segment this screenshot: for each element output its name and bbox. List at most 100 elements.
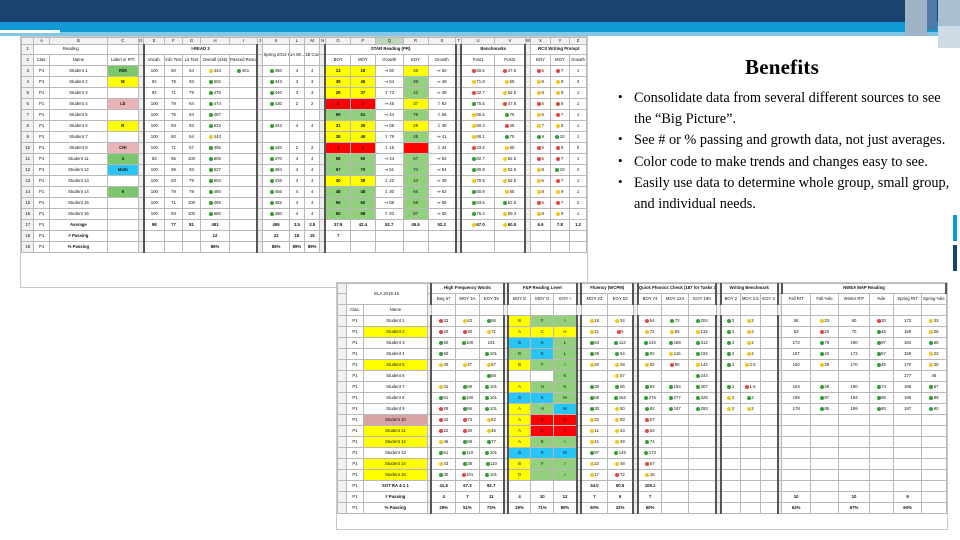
row-header[interactable] [337,326,347,338]
table-row[interactable]: P1 Student 2 20 30 71 A C H 21 5 72 93 132 2 2 53 20 70 45… [337,326,947,338]
row-header[interactable] [337,337,347,349]
corner-box[interactable] [337,283,347,294]
table-row[interactable]: P1 Student 8 61 100 101 G K M 68 162 276 277 325 2 2 18… [337,392,947,404]
column-header-I[interactable]: I [229,37,258,45]
table-row[interactable]: P1 Student 4 60 101 D K L 39 54 92 116 192 2 2 157 42 17… [337,348,947,360]
row-header[interactable]: 8 [20,120,35,132]
column-header-E[interactable]: E [143,37,165,45]
row-header[interactable] [337,480,347,492]
row-header[interactable]: 10 [20,142,35,154]
table-row[interactable]: P1 Student 13 61 110 101 G K M 97 145 173 [337,447,947,459]
table-row[interactable]: 11 P1 Student 11 4 83 86 100 505 470 4 4 58 60 ⇒ 44 67… [20,153,587,165]
row-header[interactable]: 11 [20,153,35,165]
row-header[interactable] [337,403,347,415]
status-dot-icon [670,318,675,323]
row-header[interactable]: 3 [20,65,35,77]
data-cell [781,469,811,481]
row-header[interactable] [337,436,347,448]
table-row[interactable]: 16 P1 Student 16 100 93 100 560 480 4 4 50 68 ⇧ 93 67… [20,208,587,220]
data-cell: 56 [606,381,635,393]
column-header-S[interactable]: S [427,37,457,45]
column-header-V[interactable]: V [494,37,526,45]
data-cell: 170 [892,359,923,371]
column-header-L[interactable]: L [288,37,306,45]
table-row[interactable]: P1 Student 1 33 43 55 B F I 18 34 54 72 204 2 2 58 33 60 3… [337,315,947,327]
row-header[interactable] [337,381,347,393]
table-row[interactable]: 13 P1 Student 13 100 93 79 504 435 4 4 40 38 ⇩ 22 44 ⇒… [20,175,587,187]
reading-spreadsheet-screenshot[interactable]: A B C D E F G H I J K L M N O P Q R S T U V W X Y Z 1 Reading I-READ… [20,36,588,288]
column-header-K[interactable]: K [262,37,290,45]
table-row[interactable]: 12 P1 Student 12 Math 100 86 93 527 484 4 4 67 70 ⇒ 5… [20,164,587,176]
table-row[interactable]: P1 Student 9 29 56 101 A H M 30 50 82 197 293 2 2 178 85… [337,403,947,415]
row-header[interactable]: 14 [20,186,35,198]
row-header[interactable]: 19 [20,241,35,253]
row-header[interactable]: 13 [20,175,35,187]
column-header-Q[interactable]: Q [374,37,404,45]
table-row[interactable]: 6 P1 Student 4 Lb 100 79 64 474 430 2 2 2 3 ⇒ 45 37 ⇧ 8… [20,98,587,110]
column-header-U[interactable]: U [460,37,496,45]
row-header[interactable]: 16 [20,208,35,220]
column-header-B[interactable]: B [48,37,109,45]
column-header-Y[interactable]: Y [549,37,571,45]
row-header[interactable] [337,425,347,437]
row-header[interactable] [337,447,347,459]
column-header-Z[interactable]: Z [569,37,587,45]
table-row[interactable]: 7 P1 Student 5 100 76 64 487 59 61 ⇒ 44 75 ⇧ 66 65.5… [20,109,587,121]
table-row[interactable]: 9 P1 Student 7 100 50 64 443 38 49 ⇧ 79 45 ⇒ 41 69.1… [20,131,587,143]
row-header[interactable]: 9 [20,131,35,143]
table-row[interactable]: P1 Student 14 43 38 110 B F I 22 48 57 [337,458,947,470]
data-cell [229,98,259,110]
row-header[interactable] [337,359,347,371]
column-header-P[interactable]: P [349,37,376,45]
column-header-F[interactable]: F [163,37,183,45]
row-header[interactable] [337,458,347,470]
column-header-M[interactable]: M [304,37,321,45]
table-row[interactable]: P1 Student 5 40 47 57 B F I 20 28 62 80 142 2 2.5 160 39… [337,359,947,371]
column-header-C[interactable]: C [107,37,139,45]
row-header[interactable] [337,370,347,382]
row-header[interactable]: 7 [20,109,35,121]
row-header[interactable]: 1 [20,44,35,55]
table-row[interactable]: 3 P1 Student 1 R/M 100 50 64 443 461 450 4 4 13 18 ⇒ 5… [20,65,587,77]
row-header[interactable]: 2 [20,54,35,66]
table-row[interactable]: P1 Student 12 46 58 77 A E I 41 49 74 [337,436,947,448]
row-header[interactable] [337,502,347,514]
row-header[interactable] [337,414,347,426]
row-header[interactable] [337,491,347,503]
table-row[interactable]: P1 Student 7 41 59 101 A H K 39 56 92 194 307 2 1.5 163… [337,381,947,393]
table-row[interactable]: P1 Student 10 32 73 52 A B D 32 53 57 [337,414,947,426]
column-header-O[interactable]: O [324,37,351,45]
column-header-G[interactable]: G [181,37,202,45]
ela-spreadsheet-screenshot[interactable]: ELA 2015-16 High Frequency Words F&P Readi… [336,282,948,530]
table-row[interactable]: P1 Student 6 58 K 57 244 177 46 [337,370,947,382]
row-header[interactable] [337,293,347,305]
row-header[interactable]: 15 [20,197,35,209]
row-header[interactable] [337,315,347,327]
corner-box[interactable] [20,37,35,45]
row-header[interactable] [337,392,347,404]
column-header-A[interactable]: A [33,37,50,45]
column-header-X[interactable]: X [530,37,551,45]
row-header[interactable] [337,469,347,481]
row-header[interactable]: 4 [20,76,35,88]
row-header[interactable]: 18 [20,230,35,242]
table-row[interactable]: 14 P1 Student 14 5 100 79 79 480 456 4 4 48 48 ⇩ 30 66… [20,186,587,198]
table-row[interactable]: P1 Student 11 22 30 46 A C F 11 43 54 [337,425,947,437]
row-header[interactable]: 12 [20,164,35,176]
row-header[interactable]: 17 [20,219,35,231]
row-header[interactable]: 5 [20,87,35,99]
column-header-H[interactable]: H [199,37,231,45]
table-row[interactable]: 4 P1 Student 2 M 92 79 93 502 443 3 3 39 46 ⇒ 64 49 ⇒ 4… [20,76,587,88]
row-header[interactable]: 6 [20,98,35,110]
table-row[interactable]: 15 P1 Student 15 100 71 100 485 482 4 4 56 60 ⇒ 58 66… [20,197,587,209]
table-row[interactable]: 8 P1 Student 6 R 100 93 93 533 443 4 4 31 35 ⇒ 58 29 ⇩ … [20,120,587,132]
table-row[interactable]: 10 P1 Student 8 CHI 100 71 57 455 440 2 2 1 1 ⇩ 15 ⇩ 3… [20,142,587,154]
table-row[interactable]: 5 P1 Student 3 92 71 79 475 440 3 3 28 37 ⇧ 73 42 ⇒ 48… [20,87,587,99]
data-cell: 39 [580,381,608,393]
row-header[interactable] [337,348,347,360]
column-header-R[interactable]: R [402,37,429,45]
row-header[interactable] [337,304,347,316]
column-header-row[interactable]: ABCDEFGHIJKLMNOPQRSTUVWXYZ [20,37,587,45]
table-row[interactable]: P1 Student 3 60 100 101 G K L 53 114 142 188 312 2 2 17… [337,337,947,349]
table-row[interactable]: P1 Student 15 30 101 101 D I 17 72 16 [337,469,947,481]
